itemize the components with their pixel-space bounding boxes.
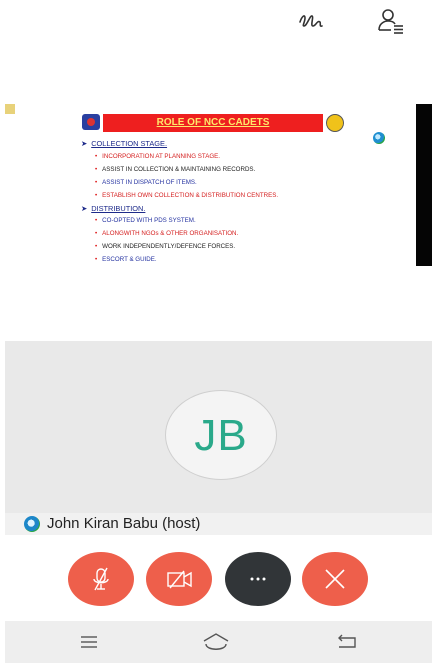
- annotate-icon[interactable]: [296, 6, 326, 36]
- ncc-badge-icon: [326, 114, 344, 132]
- avatar: JB: [165, 390, 277, 480]
- slide-bullet: • INCORPORATION AT PLANNING STAGE.: [95, 152, 220, 160]
- home-icon[interactable]: [202, 632, 230, 652]
- participants-icon[interactable]: [376, 6, 406, 36]
- system-navigation-bar: [5, 621, 432, 663]
- ncc-emblem-icon: [82, 114, 100, 130]
- participant-name: John Kiran Babu (host): [47, 515, 201, 532]
- close-icon: [325, 569, 345, 589]
- back-icon[interactable]: [335, 633, 359, 651]
- arrow-bullet-icon: ➤: [81, 203, 88, 213]
- more-options-button[interactable]: [225, 552, 291, 606]
- microphone-muted-icon: [93, 567, 109, 591]
- slide-title: ROLE OF NCC CADETS: [103, 114, 323, 132]
- slide-bullet: • CO-OPTED WITH PDS SYSTEM.: [95, 217, 196, 225]
- slide-bullet: • ESTABLISH OWN COLLECTION & DISTRIBUTION…: [95, 191, 279, 199]
- participant-video-tile[interactable]: JB: [5, 341, 432, 513]
- slide-edge-strip: [5, 104, 15, 114]
- slide-edge-bar: [416, 104, 432, 266]
- video-toggle-button[interactable]: [146, 552, 212, 606]
- arrow-bullet-icon: ➤: [81, 139, 88, 148]
- slide-bullet: • ASSIST IN COLLECTION & MAINTAINING RECO…: [95, 165, 256, 173]
- mute-button[interactable]: [68, 552, 134, 606]
- shared-screen[interactable]: ROLE OF NCC CADETS ➤ COLLECTION STAGE. • I…: [5, 104, 432, 266]
- more-options-icon: [250, 577, 266, 581]
- slide-bullet: • ASSIST IN DISPATCH OF ITEMS.: [95, 178, 197, 186]
- slide-bullet-list: ➤ COLLECTION STAGE. • INCORPORATION AT PLA…: [79, 138, 349, 266]
- slide-bullet: • WORK INDEPENDENTLY/DEFENCE FORCES.: [95, 243, 236, 251]
- video-off-icon: [167, 570, 192, 589]
- participant-name-bar: John Kiran Babu (host): [5, 513, 432, 535]
- menu-icon[interactable]: [79, 634, 99, 650]
- slide-content: ROLE OF NCC CADETS ➤ COLLECTION STAGE. • I…: [79, 108, 349, 266]
- slide-section-heading: ➤ COLLECTION STAGE.: [79, 138, 349, 151]
- slide-bullet: • ALONGWITH NGOs & OTHER ORGANISATION.: [95, 230, 239, 238]
- leave-meeting-button[interactable]: [302, 552, 368, 606]
- slide-bullet: • ESCORT & GUIDE.: [95, 256, 157, 264]
- app-logo-icon: [373, 132, 385, 144]
- slide-section-heading: ➤ DISTRIBUTION.: [79, 203, 349, 216]
- app-logo-icon: [24, 516, 40, 532]
